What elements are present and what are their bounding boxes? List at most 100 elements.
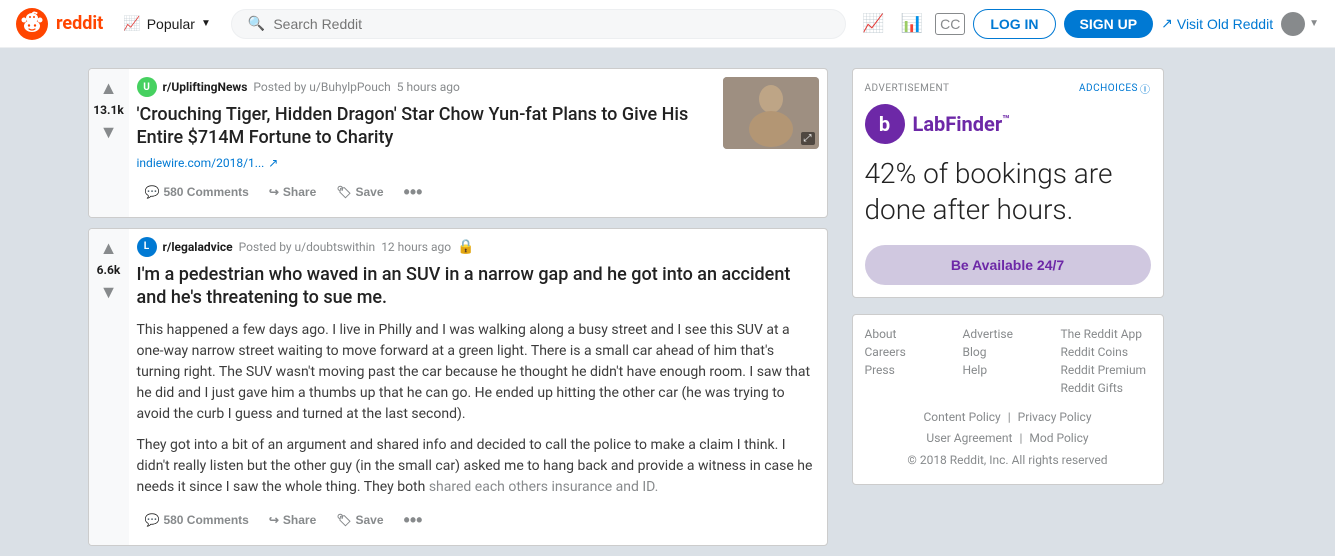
post-meta: U r/UpliftingNews Posted by u/BuhylpPouc… xyxy=(137,77,715,97)
post-title[interactable]: 'Crouching Tiger, Hidden Dragon' Star Ch… xyxy=(137,103,715,150)
user-menu-button[interactable]: ▼ xyxy=(1281,12,1319,36)
post-actions: 💬 580 Comments ↪ Share 🏷 Save ••• xyxy=(137,176,715,209)
external-link-icon: ↗ xyxy=(268,156,278,170)
comments-count: 580 Comments xyxy=(163,513,248,527)
signup-button[interactable]: SIGN UP xyxy=(1064,10,1154,38)
header: reddit 📈 Popular ▼ 🔍 📈 📊 CC LOG IN SIGN … xyxy=(0,0,1335,48)
popular-label: Popular xyxy=(147,16,195,32)
subreddit-icon: L xyxy=(137,237,157,257)
vote-column: ▲ 6.6k ▼ xyxy=(89,229,129,545)
search-bar: 🔍 xyxy=(231,9,846,39)
vote-column: ▲ 13.1k ▼ xyxy=(89,69,129,217)
post-body: U r/UpliftingNews Posted by u/BuhylpPouc… xyxy=(129,69,723,217)
mod-policy-link[interactable]: Mod Policy xyxy=(1029,431,1088,445)
comment-icon: 💬 xyxy=(145,185,160,199)
content-policy-link[interactable]: Content Policy xyxy=(923,410,1000,424)
footer-link-about[interactable]: About xyxy=(865,327,955,341)
subreddit-name[interactable]: r/UpliftingNews xyxy=(163,80,248,94)
footer-links-grid: About Advertise The Reddit App Careers B… xyxy=(865,327,1151,395)
visit-old-reddit-button[interactable]: ↗ Visit Old Reddit xyxy=(1161,15,1273,32)
more-options-button[interactable]: ••• xyxy=(396,504,431,537)
visit-old-reddit-label: Visit Old Reddit xyxy=(1177,16,1273,32)
post-card: ▲ 6.6k ▼ L r/legaladvice Posted by u/dou… xyxy=(88,228,828,546)
more-options-button[interactable]: ••• xyxy=(396,176,431,209)
snoo-icon xyxy=(16,8,48,40)
upvote-button[interactable]: ▲ xyxy=(98,77,120,99)
footer-link-reddit-app[interactable]: The Reddit App xyxy=(1061,327,1151,341)
user-agreement-link[interactable]: User Agreement xyxy=(926,431,1012,445)
comments-button[interactable]: 💬 580 Comments xyxy=(137,507,257,533)
upvote-button[interactable]: ▲ xyxy=(98,237,120,259)
comments-count: 580 Comments xyxy=(163,185,248,199)
ad-headline: 42% of bookings are done after hours. xyxy=(865,156,1151,229)
footer-link-careers[interactable]: Careers xyxy=(865,345,955,359)
thumbnail-expand-badge: ⤢ xyxy=(801,132,815,145)
downvote-button[interactable]: ▼ xyxy=(98,121,120,143)
save-button[interactable]: 🏷 Save xyxy=(328,507,391,533)
subreddit-name[interactable]: r/legaladvice xyxy=(163,240,233,254)
login-button[interactable]: LOG IN xyxy=(973,9,1055,39)
ad-cta-button[interactable]: Be Available 24/7 xyxy=(865,245,1151,285)
footer-link-reddit-coins[interactable]: Reddit Coins xyxy=(1061,345,1151,359)
posted-by: Posted by u/BuhylpPouch xyxy=(253,80,390,94)
search-icon: 🔍 xyxy=(248,16,265,32)
logo-text: reddit xyxy=(56,13,103,34)
feed: ▲ 13.1k ▼ U r/UpliftingNews Posted by u/… xyxy=(88,68,828,556)
labfinder-logo: b LabFinder™ xyxy=(865,104,1151,144)
external-link-icon: ↗ xyxy=(1161,15,1173,32)
popular-dropdown[interactable]: 📈 Popular ▼ xyxy=(115,9,219,38)
lock-icon: 🔒 xyxy=(457,239,474,255)
footer-link-reddit-premium[interactable]: Reddit Premium xyxy=(1061,363,1151,377)
copyright-text: © 2018 Reddit, Inc. All rights reserved xyxy=(865,450,1151,472)
footer-link-advertise[interactable]: Advertise xyxy=(963,327,1053,341)
labfinder-letter: b xyxy=(879,112,890,136)
footer-link-help[interactable]: Help xyxy=(963,363,1053,377)
save-button[interactable]: 🏷 Save xyxy=(328,179,391,205)
adchoices-button[interactable]: AdChoices ⓘ xyxy=(1079,81,1150,96)
share-label: Share xyxy=(283,185,316,199)
vote-count: 13.1k xyxy=(93,103,124,117)
header-actions: 📈 📊 CC LOG IN SIGN UP ↗ Visit Old Reddit… xyxy=(858,9,1319,39)
post-body: L r/legaladvice Posted by u/doubtswithin… xyxy=(129,229,827,545)
labfinder-trademark: ™ xyxy=(1002,112,1010,126)
save-label: Save xyxy=(355,513,383,527)
ad-label: ADVERTISEMENT AdChoices ⓘ xyxy=(865,81,1151,96)
comments-button[interactable]: 💬 580 Comments xyxy=(137,179,257,205)
page-content: ▲ 13.1k ▼ U r/UpliftingNews Posted by u/… xyxy=(68,48,1268,556)
footer-link-empty-2 xyxy=(963,381,1053,395)
post-link[interactable]: indiewire.com/2018/1... ↗ xyxy=(137,156,715,170)
footer-link-empty-1 xyxy=(865,381,955,395)
labfinder-name-part2: Finder xyxy=(945,112,1002,136)
share-button[interactable]: ↪ Share xyxy=(261,507,324,533)
share-icon: ↪ xyxy=(269,513,279,527)
time-ago: 12 hours ago xyxy=(381,240,451,254)
share-button[interactable]: ↪ Share xyxy=(261,179,324,205)
comment-icon: 💬 xyxy=(145,513,160,527)
body-text-2-visible: They got into a bit of an argument and s… xyxy=(137,437,813,495)
trending-chart-icon[interactable]: 📈 xyxy=(858,9,888,38)
footer-links-box: About Advertise The Reddit App Careers B… xyxy=(852,314,1164,485)
footer-link-press[interactable]: Press xyxy=(865,363,955,377)
closed-captions-icon[interactable]: CC xyxy=(935,13,965,35)
footer-link-blog[interactable]: Blog xyxy=(963,345,1053,359)
post-meta: L r/legaladvice Posted by u/doubtswithin… xyxy=(137,237,819,257)
post-body-text-1: This happened a few days ago. I live in … xyxy=(137,320,819,425)
chevron-down-icon: ▼ xyxy=(201,18,211,29)
bar-chart-icon[interactable]: 📊 xyxy=(897,9,927,38)
reddit-logo[interactable]: reddit xyxy=(16,8,103,40)
posted-by: Posted by u/doubtswithin xyxy=(239,240,376,254)
adchoices-icon: ⓘ xyxy=(1140,81,1151,96)
downvote-button[interactable]: ▼ xyxy=(98,281,120,303)
vote-count: 6.6k xyxy=(97,263,121,277)
privacy-policy-link[interactable]: Privacy Policy xyxy=(1018,410,1092,424)
link-text: indiewire.com/2018/1... xyxy=(137,156,265,170)
post-title[interactable]: I'm a pedestrian who waved in an SUV in … xyxy=(137,263,819,310)
footer-link-reddit-gifts[interactable]: Reddit Gifts xyxy=(1061,381,1151,395)
search-input[interactable] xyxy=(273,16,829,32)
share-icon: ↪ xyxy=(269,185,279,199)
subreddit-icon: U xyxy=(137,77,157,97)
time-ago: 5 hours ago xyxy=(397,80,460,94)
save-label: Save xyxy=(355,185,383,199)
policy-divider-1: | xyxy=(1008,410,1011,424)
save-icon: 🏷 xyxy=(336,185,351,199)
